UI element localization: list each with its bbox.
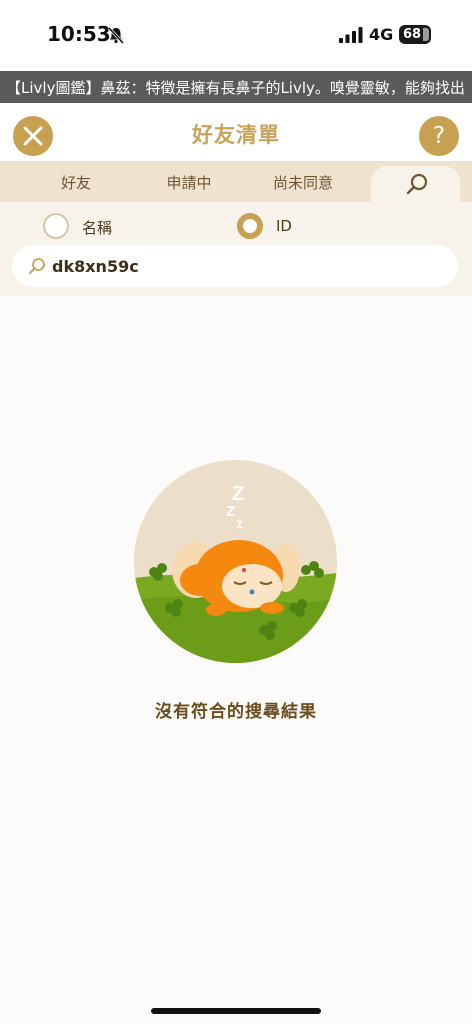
battery-level: 68	[402, 27, 422, 42]
help-icon: ?	[432, 123, 446, 149]
svg-text:Z: Z	[236, 519, 243, 531]
battery-cap	[423, 28, 429, 41]
radio-id[interactable]	[237, 213, 263, 239]
search-panel: 名稱 ID	[0, 202, 472, 296]
home-indicator[interactable]	[151, 1008, 321, 1014]
ticker-text: 【Livly圖鑑】鼻茲：特徵是擁有長鼻子的Livly。嗅覺靈敏，能夠找出	[6, 79, 465, 97]
help-button[interactable]: ?	[419, 116, 459, 156]
status-bar: 10:53 4G 68	[0, 0, 472, 70]
svg-text:Z: Z	[226, 503, 235, 520]
tab-bar: 好友 申請中 尚未同意	[0, 161, 472, 202]
search-input[interactable]	[52, 245, 432, 287]
tab-search[interactable]	[371, 166, 460, 202]
radio-id-label: ID	[276, 217, 292, 235]
tab-friends[interactable]: 好友	[21, 172, 131, 193]
sleeping-livly-illustration: Z Z Z	[134, 460, 337, 663]
radio-name[interactable]	[43, 213, 69, 239]
search-icon	[29, 258, 45, 274]
battery-icon: 68	[399, 25, 431, 44]
search-field[interactable]	[12, 245, 458, 287]
status-time: 10:53	[47, 22, 111, 46]
radio-name-label: 名稱	[82, 219, 113, 237]
tab-not-accepted[interactable]: 尚未同意	[248, 172, 358, 193]
header: 好友清單 ?	[0, 103, 472, 161]
news-ticker[interactable]: 【Livly圖鑑】鼻茲：特徵是擁有長鼻子的Livly。嗅覺靈敏，能夠找出	[0, 71, 472, 103]
page-title: 好友清單	[192, 123, 280, 147]
search-icon	[406, 173, 428, 195]
empty-state-message: 沒有符合的搜尋結果	[155, 702, 317, 722]
signal-icon	[339, 27, 363, 43]
network-label: 4G	[369, 25, 394, 44]
tab-pending[interactable]: 申請中	[134, 172, 244, 193]
svg-text:Z: Z	[232, 483, 244, 505]
bell-slash-icon	[107, 26, 125, 44]
